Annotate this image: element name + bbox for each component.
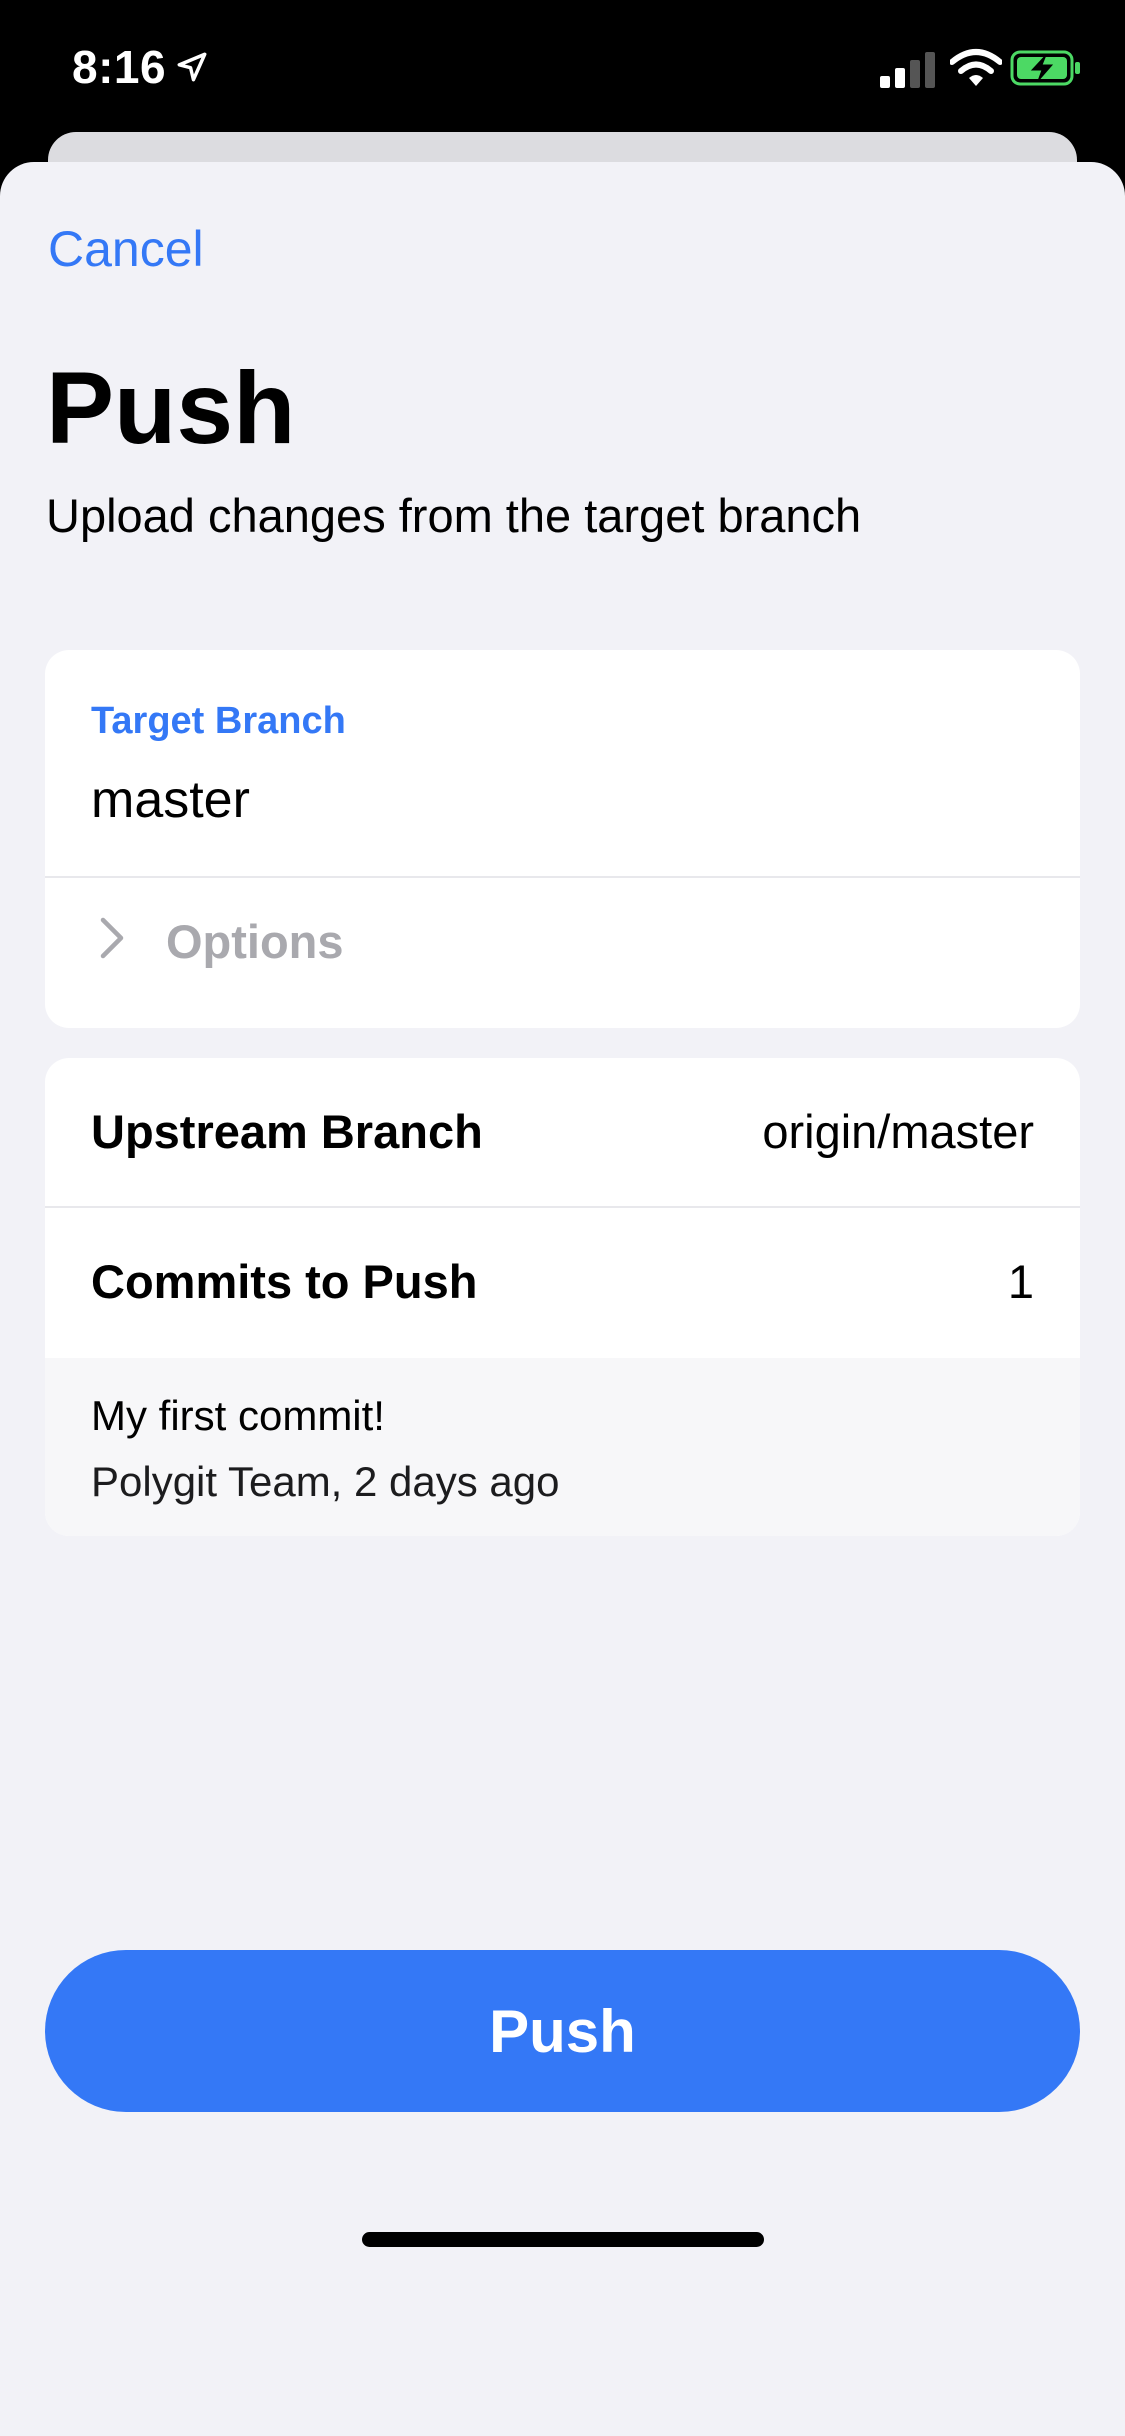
commit-list-item: My first commit! Polygit Team, 2 days ag…: [45, 1358, 1080, 1536]
page-subtitle: Upload changes from the target branch: [46, 489, 862, 542]
page-title: Push: [46, 351, 296, 465]
chevron-right-icon: [100, 917, 124, 959]
cellular-signal-icon: [880, 52, 935, 88]
battery-charging-icon: [1010, 50, 1080, 86]
options-disclosure[interactable]: Options: [45, 878, 1080, 1028]
push-button[interactable]: Push: [45, 1950, 1080, 2112]
upstream-branch-value: origin/master: [762, 1105, 1034, 1158]
commits-to-push-count: 1: [1007, 1255, 1034, 1308]
wifi-icon: [950, 49, 1002, 86]
push-details-card: Upstream Branch origin/master Commits to…: [45, 1058, 1080, 1536]
upstream-branch-row: Upstream Branch origin/master: [45, 1058, 1080, 1206]
cancel-button[interactable]: Cancel: [48, 220, 204, 278]
status-bar: 8:16: [0, 0, 1125, 135]
upstream-branch-label: Upstream Branch: [91, 1105, 483, 1158]
commit-message: My first commit!: [91, 1392, 385, 1439]
commit-author-date: Polygit Team, 2 days ago: [91, 1458, 560, 1505]
target-branch-row[interactable]: Target Branch master: [45, 650, 1080, 876]
options-label: Options: [166, 915, 344, 968]
target-branch-value: master: [91, 771, 250, 829]
home-indicator[interactable]: [362, 2232, 764, 2247]
status-time: 8:16: [72, 41, 167, 93]
target-branch-card: Target Branch master Options: [45, 650, 1080, 1028]
target-branch-label: Target Branch: [91, 700, 346, 742]
commits-to-push-label: Commits to Push: [91, 1255, 478, 1308]
commits-to-push-row: Commits to Push 1: [45, 1208, 1080, 1358]
location-arrow-icon: [177, 52, 207, 82]
